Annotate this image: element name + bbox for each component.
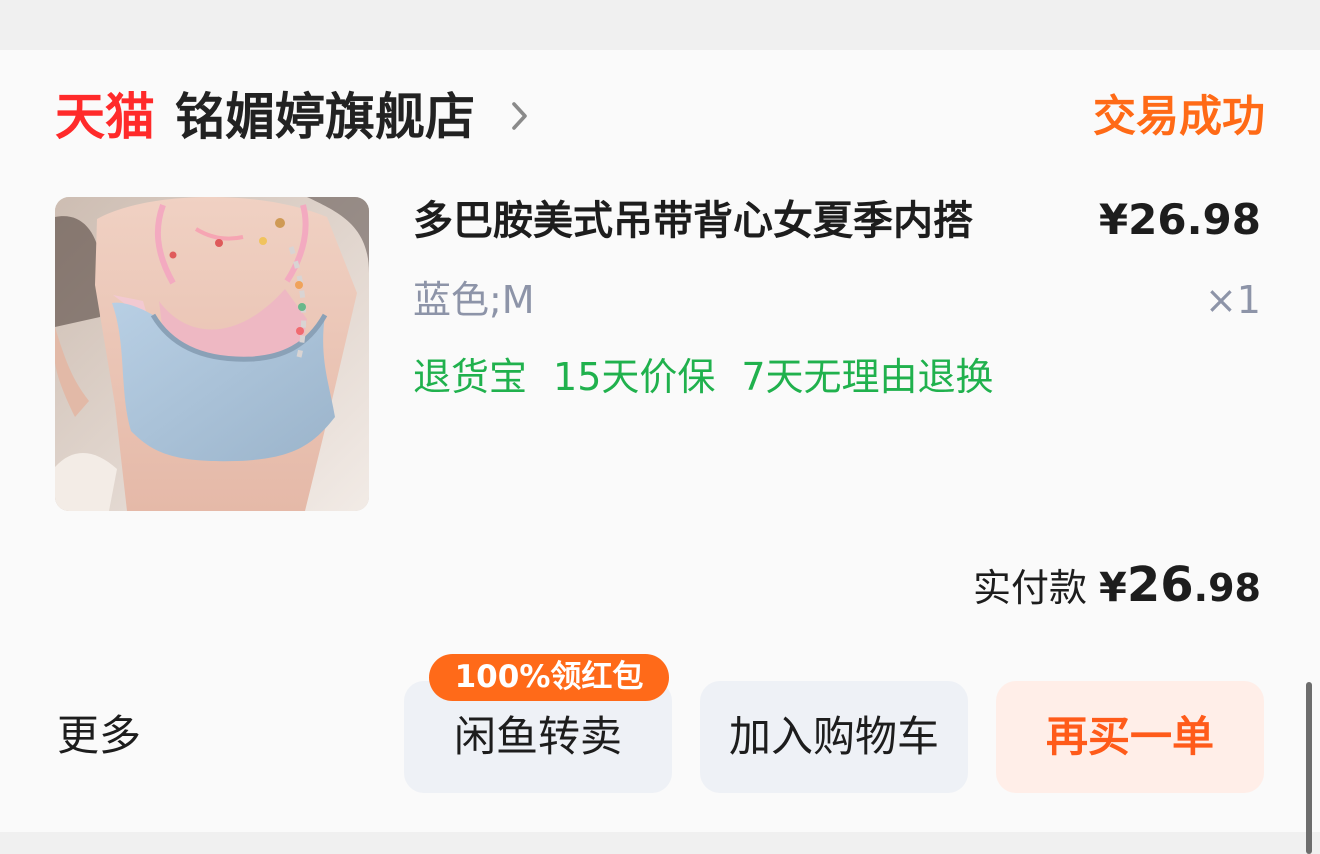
product-thumbnail[interactable] xyxy=(55,197,369,511)
scrollbar[interactable] xyxy=(1306,682,1312,854)
product-quantity: ×1 xyxy=(1204,278,1261,322)
order-status: 交易成功 xyxy=(1093,92,1265,142)
service-tag: 退货宝 xyxy=(413,355,528,399)
product-title[interactable]: 多巴胺美式吊带背心女夏季内搭 xyxy=(413,194,973,248)
chevron-right-icon[interactable] xyxy=(505,96,537,136)
buy-again-button[interactable]: 再买一单 xyxy=(996,681,1264,793)
more-button[interactable]: 更多 xyxy=(57,708,141,764)
store-name[interactable]: 铭媚婷旗舰店 xyxy=(175,90,475,144)
tmall-logo: 天猫 xyxy=(55,88,155,146)
product-spec: 蓝色;M xyxy=(413,278,535,322)
product-photo-illustration xyxy=(55,197,369,511)
product-price: ¥26.98 xyxy=(1098,195,1261,244)
paid-label: 实付款 xyxy=(973,566,1088,610)
service-tag: 15天价保 xyxy=(553,355,716,399)
amount-whole: 26 xyxy=(1126,557,1194,613)
service-tags: 退货宝 15天价保 7天无理由退换 xyxy=(413,350,994,406)
service-tag: 7天无理由退换 xyxy=(741,355,994,399)
paid-amount: ¥26.98 xyxy=(1099,552,1261,621)
order-header: 天猫 铭媚婷旗舰店 交易成功 xyxy=(55,86,1265,148)
currency-symbol: ¥ xyxy=(1099,565,1127,611)
paid-amount-row: 实付款 ¥26.98 xyxy=(973,552,1261,618)
red-packet-badge: 100%领红包 xyxy=(429,654,669,701)
amount-decimal: .98 xyxy=(1193,566,1261,610)
add-to-cart-button[interactable]: 加入购物车 xyxy=(700,681,968,793)
